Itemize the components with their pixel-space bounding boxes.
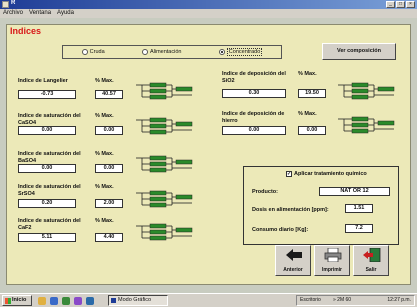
anterior-label: Anterior — [283, 267, 303, 273]
dosis-label: Dosis en alimentación [ppm]: — [252, 207, 329, 213]
baso4-value: 0.00 — [18, 164, 76, 173]
minimize-button[interactable]: _ — [386, 1, 395, 8]
max-header: % Max. — [95, 78, 114, 84]
stream-radio-group: Cruda Alimentación Concentrado — [62, 45, 282, 59]
membrane-schematic-icon — [338, 82, 395, 100]
window-title: R — [11, 0, 16, 6]
hierro-value: 0.00 — [222, 126, 286, 135]
menu-bar: Archivo Ventana Ayuda — [0, 9, 417, 18]
tray-desktop-label[interactable]: Escritorio — [300, 296, 321, 305]
caf2-value: 5.11 — [18, 233, 76, 242]
sio2-max: 19.50 — [298, 89, 326, 98]
membrane-schematic-icon — [136, 82, 193, 100]
taskbar-task-modo-grafico[interactable]: Modo Gráfico — [108, 295, 168, 306]
salir-button[interactable]: Salir — [353, 245, 389, 276]
sio2-value: 0.30 — [222, 89, 286, 98]
radio-indicator[interactable] — [81, 49, 88, 55]
max-header: % Max. — [95, 113, 114, 119]
srso4-value: 0.20 — [18, 199, 76, 208]
max-header: % Max. — [95, 218, 114, 224]
langelier-max: 40.57 — [95, 90, 123, 99]
menu-ayuda[interactable]: Ayuda — [57, 9, 74, 18]
salir-label: Salir — [365, 267, 377, 273]
producto-label: Producto: — [252, 189, 278, 195]
max-header: % Max. — [298, 71, 317, 77]
baso4-label: Indice de saturación del BaSO4 — [18, 151, 81, 164]
dosis-value[interactable]: 1.51 — [345, 204, 373, 213]
caf2-label: Indice de saturación del CaF2 — [18, 218, 81, 231]
start-label: Inicio — [12, 297, 27, 303]
imprimir-label: Imprimir — [321, 267, 342, 273]
window-controls: _ □ × — [386, 1, 415, 8]
radio-indicator[interactable] — [141, 49, 148, 55]
anterior-button[interactable]: Anterior — [275, 245, 311, 276]
start-button[interactable]: Inicio — [2, 295, 32, 306]
caso4-max: 0.00 — [95, 126, 123, 135]
membrane-schematic-icon — [338, 116, 395, 134]
membrane-schematic-icon — [136, 155, 193, 173]
srso4-label: Indice de saturación del SrSO4 — [18, 184, 81, 197]
caso4-label: Indice de saturación del CaSO4 — [18, 113, 81, 126]
hierro-label: Indice de deposición de hierro — [222, 111, 285, 124]
radio-concentrado[interactable]: Concentrado — [218, 48, 263, 56]
producto-value[interactable]: NAT OR 12 — [319, 187, 390, 196]
checkbox-box[interactable]: ✓ — [286, 171, 292, 177]
clock: 12:27 p.m. — [387, 297, 411, 303]
max-header: % Max. — [298, 111, 317, 117]
printer-icon — [324, 248, 342, 262]
caso4-value: 0.00 — [18, 126, 76, 135]
browser-icon[interactable] — [50, 297, 58, 305]
task-label: Modo Gráfico — [118, 297, 152, 303]
imprimir-button[interactable]: Imprimir — [314, 245, 350, 276]
radio-indicator[interactable] — [218, 49, 225, 55]
max-header: % Max. — [95, 151, 114, 157]
consumo-label: Consumo diario [Kg]: — [252, 227, 309, 233]
quicklaunch-icon[interactable] — [74, 297, 82, 305]
arrow-left-icon — [286, 249, 302, 261]
max-header: % Max. — [95, 184, 114, 190]
hierro-max: 0.00 — [298, 126, 326, 135]
tray-indicators[interactable]: » 2M 60 — [333, 296, 351, 305]
task-icon — [111, 298, 116, 303]
desktop-icon[interactable] — [86, 297, 94, 305]
maximize-button[interactable]: □ — [396, 1, 405, 8]
consumo-value[interactable]: 7.2 — [345, 224, 373, 233]
radio-cruda[interactable]: Cruda — [81, 49, 105, 55]
membrane-schematic-icon — [136, 223, 193, 241]
langelier-label: Indice de Langelier — [18, 78, 68, 84]
baso4-max: 0.00 — [95, 164, 123, 173]
radio-alimentacion[interactable]: Alimentación — [141, 49, 182, 55]
quicklaunch-icon[interactable] — [62, 297, 70, 305]
membrane-schematic-icon — [136, 117, 193, 135]
caf2-max: 4.40 — [95, 233, 123, 242]
windows-logo-icon — [5, 298, 11, 304]
title-bar: R _ □ × — [0, 0, 417, 9]
langelier-value: -0.73 — [18, 90, 76, 99]
menu-archivo[interactable]: Archivo — [3, 9, 23, 18]
system-tray: Escritorio » 2M 60 12:27 p.m. — [296, 295, 415, 306]
srso4-max: 2.00 — [95, 199, 123, 208]
exit-door-icon — [363, 248, 381, 262]
menu-ventana[interactable]: Ventana — [29, 9, 51, 18]
ver-composicion-button[interactable]: Ver composición — [322, 43, 396, 60]
close-button[interactable]: × — [406, 1, 415, 8]
radio-label: Concentrado — [226, 48, 263, 56]
taskbar: Inicio Modo Gráfico Escritorio » 2M 60 1… — [0, 293, 417, 307]
checkbox-label: Aplicar tratamiento químico — [294, 171, 367, 177]
folder-icon[interactable] — [38, 297, 46, 305]
apply-treatment-checkbox[interactable]: ✓ Aplicar tratamiento químico — [286, 171, 367, 177]
membrane-schematic-icon — [136, 190, 193, 208]
sio2-label: Indice de deposición del SiO2 — [222, 71, 286, 84]
radio-label: Cruda — [89, 49, 105, 55]
app-icon — [2, 1, 9, 8]
page-title: Indices — [10, 26, 42, 36]
radio-label: Alimentación — [149, 49, 182, 55]
